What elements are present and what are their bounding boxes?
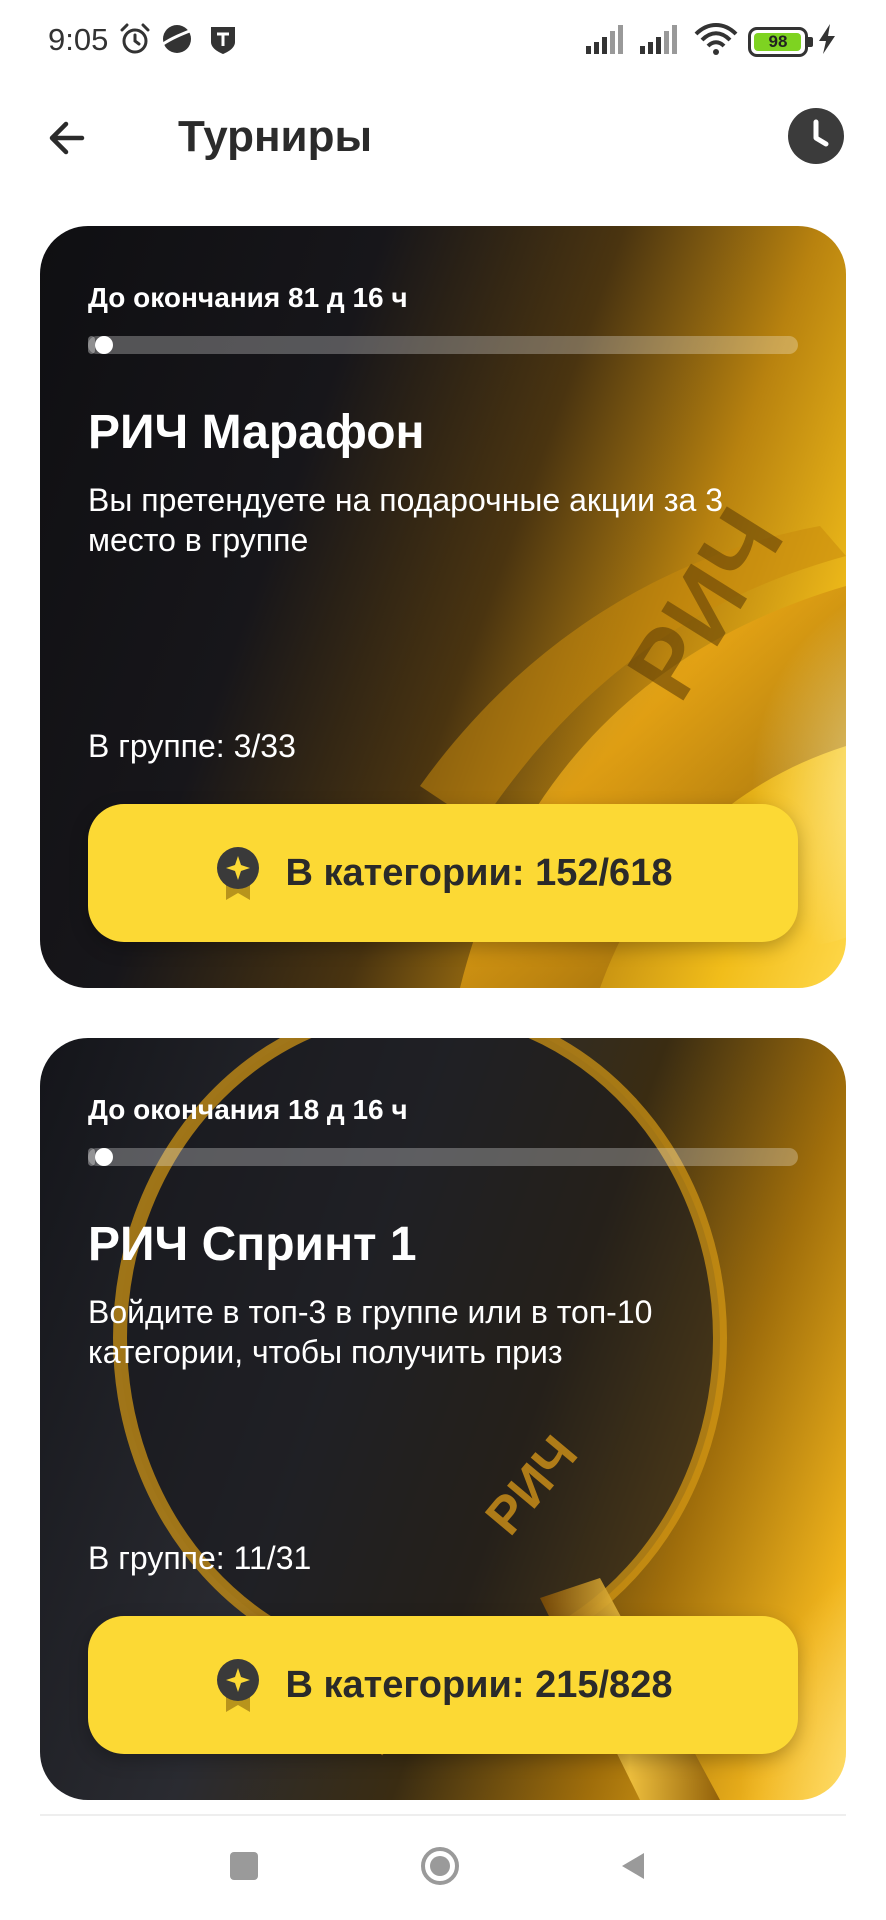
tournament-description: Вы претендуете на подарочные акции за 3 …	[88, 482, 723, 558]
progress-knob	[95, 1148, 114, 1166]
status-time: 9:05	[48, 22, 109, 57]
progress-fill	[88, 1148, 96, 1166]
award-badge-icon	[216, 1659, 259, 1712]
clock-icon	[813, 119, 829, 147]
wifi-icon	[694, 23, 738, 55]
tournament-card[interactable]: РИЧ РИЧ До окончания 18 д 16 ч РИЧ Сприн…	[40, 1038, 846, 1800]
progress-knob	[95, 336, 114, 354]
category-rank-button[interactable]: В категории: 152/618	[88, 804, 798, 942]
battery-icon: 98	[748, 27, 813, 57]
divider	[40, 1814, 846, 1816]
tournament-card[interactable]: РИЧ До окончания 81 д 16 ч РИЧ Марафон В…	[40, 226, 846, 988]
progress-bar	[88, 1148, 798, 1166]
signal-icon	[586, 25, 623, 54]
status-bar: 9:05 98	[0, 0, 886, 84]
planet-icon	[162, 25, 193, 53]
triangle-back-icon[interactable]	[618, 1850, 650, 1882]
signal-icon	[640, 25, 677, 54]
page-title: Турниры	[178, 112, 373, 161]
charging-icon	[819, 24, 835, 54]
category-rank-button[interactable]: В категории: 215/828	[88, 1616, 798, 1754]
alarm-icon	[120, 23, 150, 54]
square-icon[interactable]	[230, 1852, 258, 1880]
tournament-title: РИЧ Спринт 1	[88, 1218, 417, 1271]
shield-app-icon	[211, 27, 235, 54]
deadline-text: До окончания 18 д 16 ч	[88, 1094, 408, 1125]
tournament-title: РИЧ Марафон	[88, 406, 425, 459]
history-button[interactable]	[788, 108, 844, 164]
award-badge-icon	[216, 847, 259, 900]
category-rank-label: В категории: 215/828	[285, 1663, 673, 1706]
circle-home-icon[interactable]	[420, 1846, 460, 1886]
progress-bar	[88, 336, 798, 354]
group-rank: В группе: 11/31	[88, 1540, 312, 1576]
battery-level: 98	[768, 32, 788, 51]
deadline-text: До окончания 81 д 16 ч	[88, 282, 408, 313]
arrow-left-icon	[49, 121, 85, 155]
tournament-description: Войдите в топ-3 в группе или в топ-10 ка…	[88, 1294, 653, 1370]
group-rank: В группе: 3/33	[88, 728, 296, 764]
progress-fill	[88, 336, 96, 354]
category-rank-label: В категории: 152/618	[285, 851, 673, 894]
back-button[interactable]	[40, 108, 100, 168]
svg-text:РИЧ: РИЧ	[475, 1425, 589, 1545]
